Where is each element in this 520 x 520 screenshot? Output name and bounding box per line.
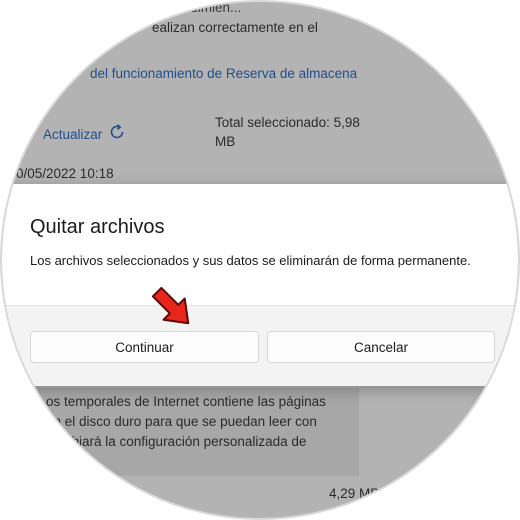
- red-arrow-annotation-icon: [151, 286, 190, 325]
- cancel-button[interactable]: Cancelar: [267, 331, 495, 363]
- item-size: 4,29 MB: [329, 486, 380, 501]
- dialog-message: Los archivos seleccionados y sus datos s…: [30, 253, 471, 268]
- quitar-archivos-dialog: Quitar archivos Los archivos seleccionad…: [2, 184, 518, 386]
- description-line1: os temporales de Internet contiene las p…: [46, 394, 326, 409]
- description-line3: cambiará la configuración personalizada …: [46, 434, 307, 449]
- description-line2: en el disco duro para que se puedan leer…: [46, 414, 317, 429]
- refresh-label: Actualizar: [43, 127, 103, 142]
- dialog-footer: Continuar Cancelar: [2, 305, 518, 386]
- background-text-line1: un rendimien...: [152, 2, 242, 15]
- continue-button[interactable]: Continuar: [30, 331, 259, 363]
- refresh-icon: [108, 123, 126, 146]
- last-scan-date: 0/05/2022 10:18: [16, 166, 114, 181]
- description-panel: os temporales de Internet contiene las p…: [2, 388, 359, 476]
- storage-sense-link[interactable]: del funcionamiento de Reserva de almacen…: [90, 66, 357, 81]
- total-selected-label: Total seleccionado: 5,98: [215, 115, 360, 130]
- dialog-title: Quitar archivos: [30, 216, 165, 238]
- screenshot-circle: un rendimien... ealizan correctamente en…: [2, 2, 518, 518]
- background-text-line2: ealizan correctamente en el: [152, 20, 318, 35]
- total-selected-unit: MB: [215, 134, 236, 149]
- refresh-button[interactable]: Actualizar: [43, 123, 126, 146]
